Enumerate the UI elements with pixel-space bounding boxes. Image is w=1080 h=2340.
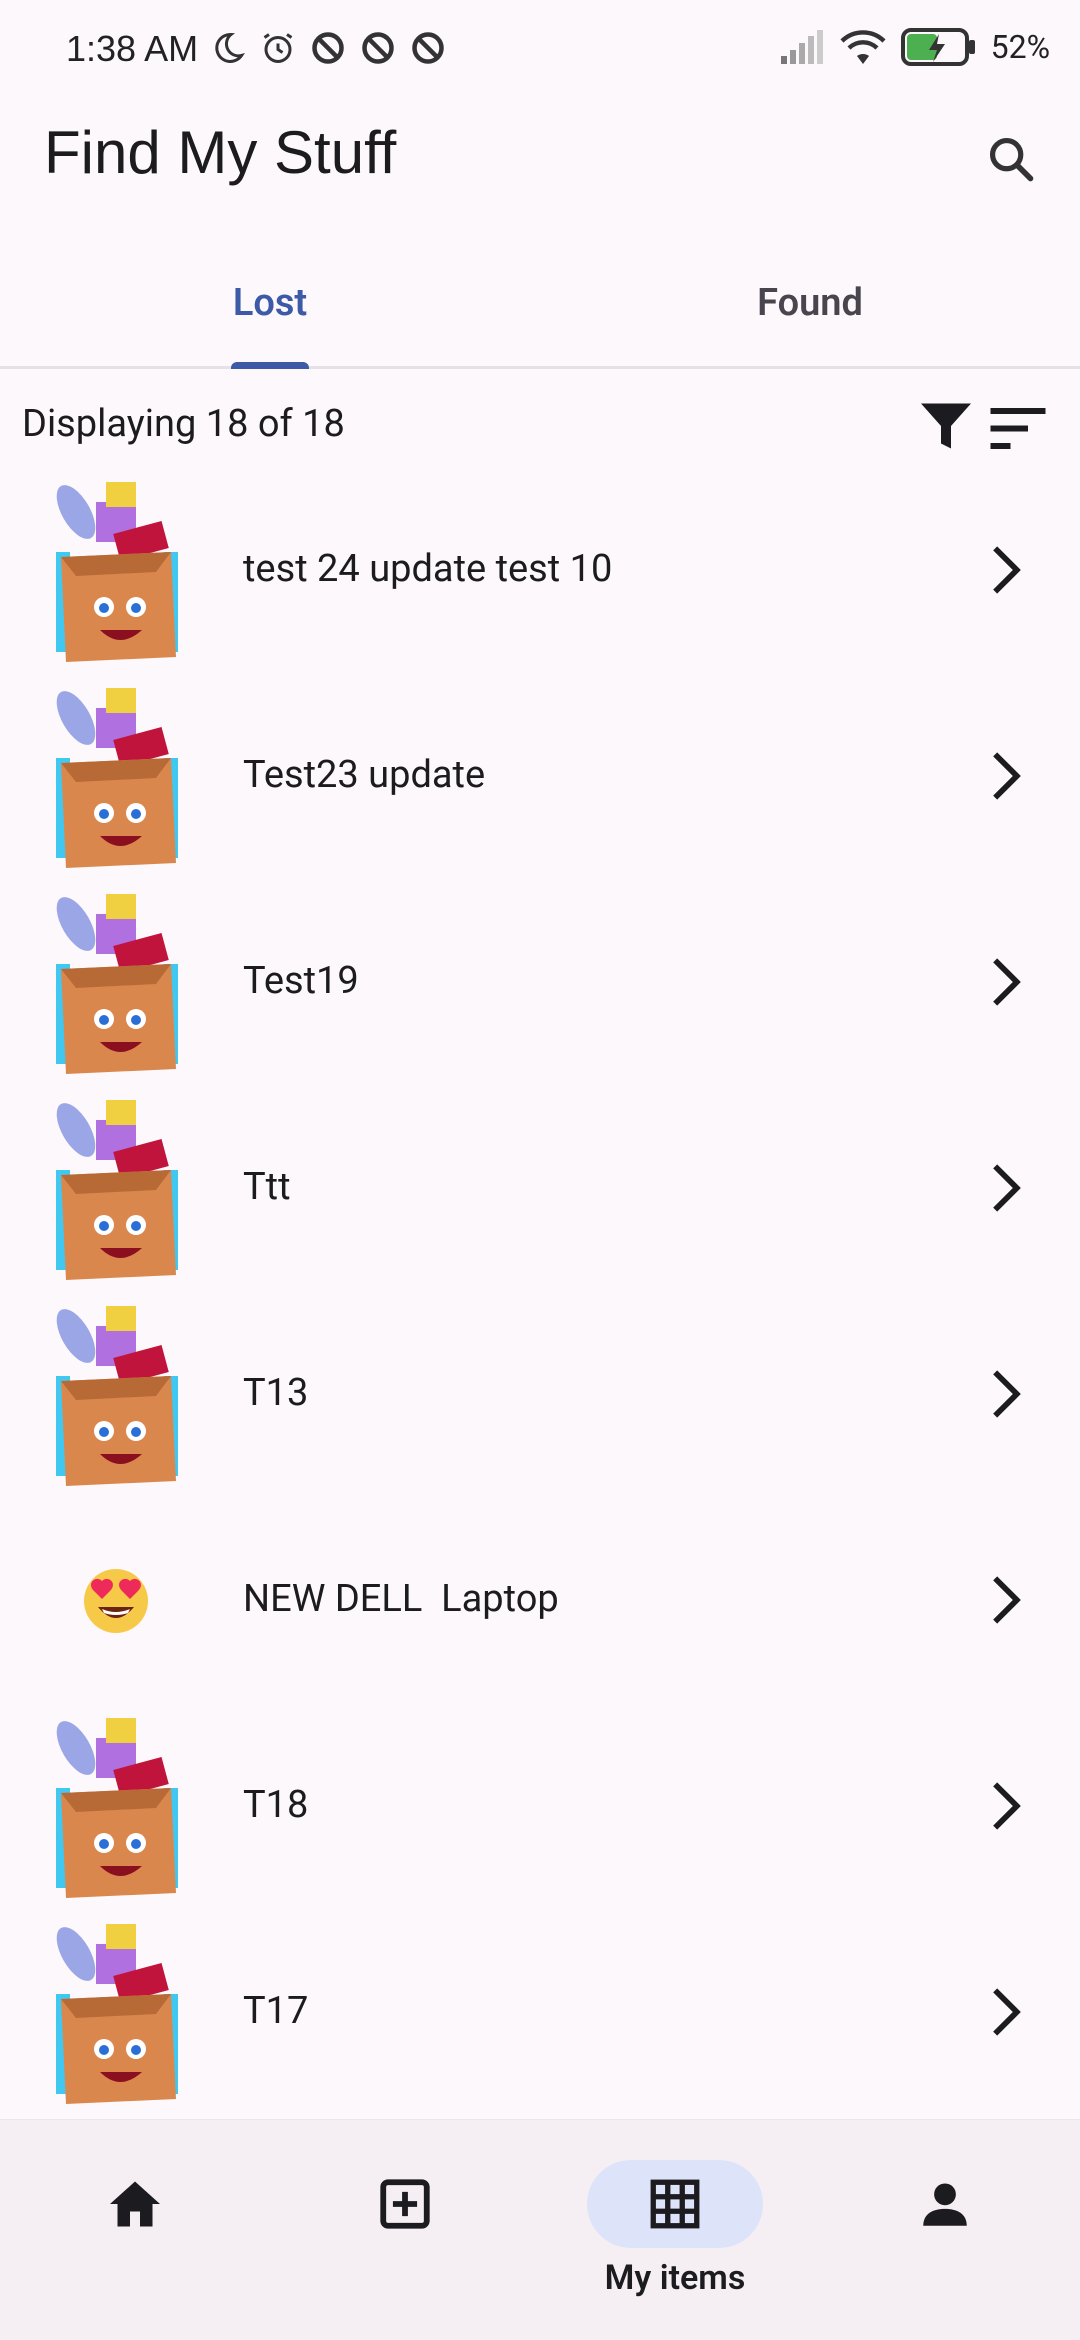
item-title: T13 — [243, 1371, 309, 1415]
tab-bar: Lost Found — [0, 240, 1080, 369]
blocked-app-icon — [412, 32, 444, 64]
chevron-right-icon[interactable] — [980, 1778, 1032, 1834]
search-icon — [989, 137, 1034, 182]
cartoon-box-icon — [56, 894, 178, 1074]
battery-icon — [900, 28, 975, 66]
chevron-right-icon[interactable] — [980, 1160, 1032, 1216]
list-item[interactable]: Test23 update — [0, 678, 1080, 884]
search-button[interactable] — [976, 124, 1046, 194]
chevron-right-icon[interactable] — [980, 748, 1032, 804]
item-title: T18 — [243, 1783, 309, 1827]
tab-lost[interactable]: Lost — [0, 240, 540, 369]
home-icon — [110, 2181, 160, 2227]
chevron-right-icon[interactable] — [980, 954, 1032, 1010]
nav-pill — [317, 2160, 493, 2248]
list-item[interactable]: T13 — [0, 1296, 1080, 1502]
chevron-right-icon[interactable] — [980, 542, 1032, 598]
list-toolbar: Displaying 18 of 18 — [0, 380, 1080, 470]
battery-percent: 52% — [990, 28, 1050, 66]
item-list: test 24 update test 10 Test23 update Tes… — [0, 472, 1080, 2120]
tab-indicator — [231, 362, 309, 369]
heart-eyes-emoji-icon — [36, 1502, 196, 1696]
cartoon-box-icon — [56, 1924, 178, 2104]
item-title: T17 — [243, 1989, 309, 2033]
app-bar: Find My Stuff — [0, 110, 1080, 230]
chevron-right-icon[interactable] — [980, 1572, 1032, 1628]
item-title: Test23 update — [243, 753, 486, 797]
grid-icon — [650, 2179, 700, 2229]
nav-add[interactable] — [270, 2120, 540, 2340]
wifi-icon — [840, 30, 886, 64]
system-icons: 52% — [780, 28, 1050, 66]
cartoon-box-icon — [56, 1100, 178, 1280]
cartoon-box-icon — [56, 1718, 178, 1898]
chevron-right-icon[interactable] — [980, 1366, 1032, 1422]
item-title: Test19 — [243, 959, 359, 1003]
blocked-app-icon — [312, 32, 344, 64]
nav-my-items[interactable]: My items — [540, 2120, 810, 2340]
add-box-icon — [380, 2179, 430, 2229]
page-title: Find My Stuff — [44, 119, 397, 186]
filter-icon[interactable] — [916, 396, 976, 456]
list-item[interactable]: test 24 update test 10 — [0, 472, 1080, 678]
item-title: NEW DELL Laptop — [243, 1577, 559, 1621]
alarm-icon — [263, 33, 293, 63]
tab-found[interactable]: Found — [540, 240, 1080, 366]
nav-home[interactable] — [0, 2120, 270, 2340]
nav-pill — [47, 2160, 223, 2248]
item-title: test 24 update test 10 — [243, 547, 613, 591]
list-item[interactable]: Ttt — [0, 1090, 1080, 1296]
result-count: Displaying 18 of 18 — [22, 402, 345, 446]
nav-label: My items — [604, 2258, 746, 2298]
list-item[interactable]: NEW DELL Laptop — [0, 1502, 1080, 1708]
nav-profile[interactable] — [810, 2120, 1080, 2340]
tab-label: Found — [757, 281, 863, 325]
nav-pill — [857, 2160, 1033, 2248]
signal-icon — [780, 30, 823, 64]
list-item[interactable]: Test19 — [0, 884, 1080, 1090]
nav-pill — [587, 2160, 763, 2248]
cartoon-box-icon — [56, 482, 178, 662]
list-item[interactable]: T18 — [0, 1708, 1080, 1914]
status-bar: 1:38 AM 52% — [0, 0, 1080, 100]
blocked-app-icon — [362, 32, 394, 64]
cartoon-box-icon — [56, 688, 178, 868]
status-time: 1:38 AM — [66, 28, 199, 69]
cartoon-box-icon — [56, 1306, 178, 1486]
notification-icons — [210, 30, 446, 66]
item-title: Ttt — [243, 1165, 291, 1209]
person-icon — [923, 2183, 967, 2226]
tab-label: Lost — [232, 281, 308, 325]
moon-icon — [215, 32, 245, 63]
chevron-right-icon[interactable] — [980, 1984, 1032, 2040]
sort-icon[interactable] — [986, 398, 1050, 458]
list-item[interactable]: T17 — [0, 1914, 1080, 2120]
bottom-navigation: My items — [0, 2119, 1080, 2340]
